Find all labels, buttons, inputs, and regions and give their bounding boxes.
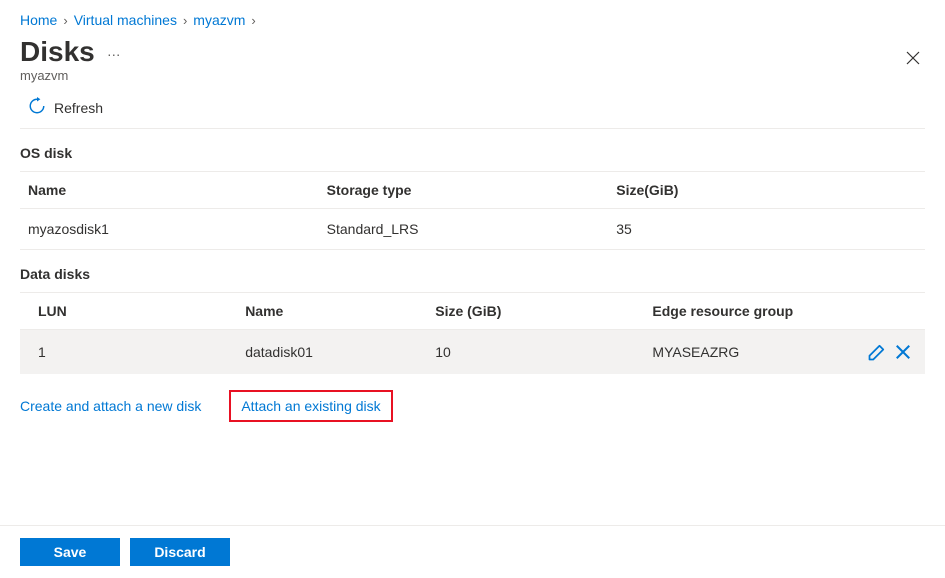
bottom-bar: Save Discard bbox=[0, 525, 945, 578]
data-disk-name: datadisk01 bbox=[237, 330, 427, 375]
col-lun: LUN bbox=[20, 293, 237, 330]
refresh-label: Refresh bbox=[54, 100, 103, 116]
page-title: Disks bbox=[20, 36, 95, 68]
table-row[interactable]: 1 datadisk01 10 MYASEAZRG bbox=[20, 330, 925, 375]
col-name: Name bbox=[20, 172, 319, 209]
col-size: Size (GiB) bbox=[427, 293, 644, 330]
table-row: myazosdisk1 Standard_LRS 35 bbox=[20, 209, 925, 250]
os-disk-name: myazosdisk1 bbox=[20, 209, 319, 250]
chevron-right-icon: › bbox=[63, 13, 67, 28]
col-name: Name bbox=[237, 293, 427, 330]
discard-button[interactable]: Discard bbox=[130, 538, 230, 566]
data-disk-erg: MYASEAZRG bbox=[652, 344, 739, 360]
page-subtitle: myazvm bbox=[20, 68, 122, 83]
attach-existing-disk-link[interactable]: Attach an existing disk bbox=[229, 390, 392, 422]
os-disk-table: Name Storage type Size(GiB) myazosdisk1 … bbox=[20, 171, 925, 250]
os-disk-size: 35 bbox=[608, 209, 925, 250]
refresh-icon bbox=[28, 97, 46, 118]
data-disk-lun: 1 bbox=[20, 330, 237, 375]
os-disk-section-title: OS disk bbox=[20, 145, 925, 161]
breadcrumb: Home › Virtual machines › myazvm › bbox=[0, 0, 945, 36]
col-edge-resource-group: Edge resource group bbox=[644, 293, 925, 330]
col-size: Size(GiB) bbox=[608, 172, 925, 209]
create-attach-new-disk-link[interactable]: Create and attach a new disk bbox=[20, 398, 201, 414]
os-disk-storage-type: Standard_LRS bbox=[319, 209, 609, 250]
breadcrumb-home[interactable]: Home bbox=[20, 12, 57, 28]
col-storage-type: Storage type bbox=[319, 172, 609, 209]
chevron-right-icon: › bbox=[251, 13, 255, 28]
chevron-right-icon: › bbox=[183, 13, 187, 28]
edit-icon[interactable] bbox=[867, 342, 887, 362]
data-disks-table: LUN Name Size (GiB) Edge resource group … bbox=[20, 292, 925, 374]
breadcrumb-virtual-machines[interactable]: Virtual machines bbox=[74, 12, 177, 28]
breadcrumb-myazvm[interactable]: myazvm bbox=[193, 12, 245, 28]
data-disk-size: 10 bbox=[427, 330, 644, 375]
more-menu-icon[interactable]: … bbox=[107, 43, 122, 61]
refresh-button[interactable]: Refresh bbox=[28, 97, 103, 118]
save-button[interactable]: Save bbox=[20, 538, 120, 566]
close-icon[interactable] bbox=[901, 46, 925, 75]
delete-icon[interactable] bbox=[893, 342, 913, 362]
data-disks-section-title: Data disks bbox=[20, 266, 925, 282]
